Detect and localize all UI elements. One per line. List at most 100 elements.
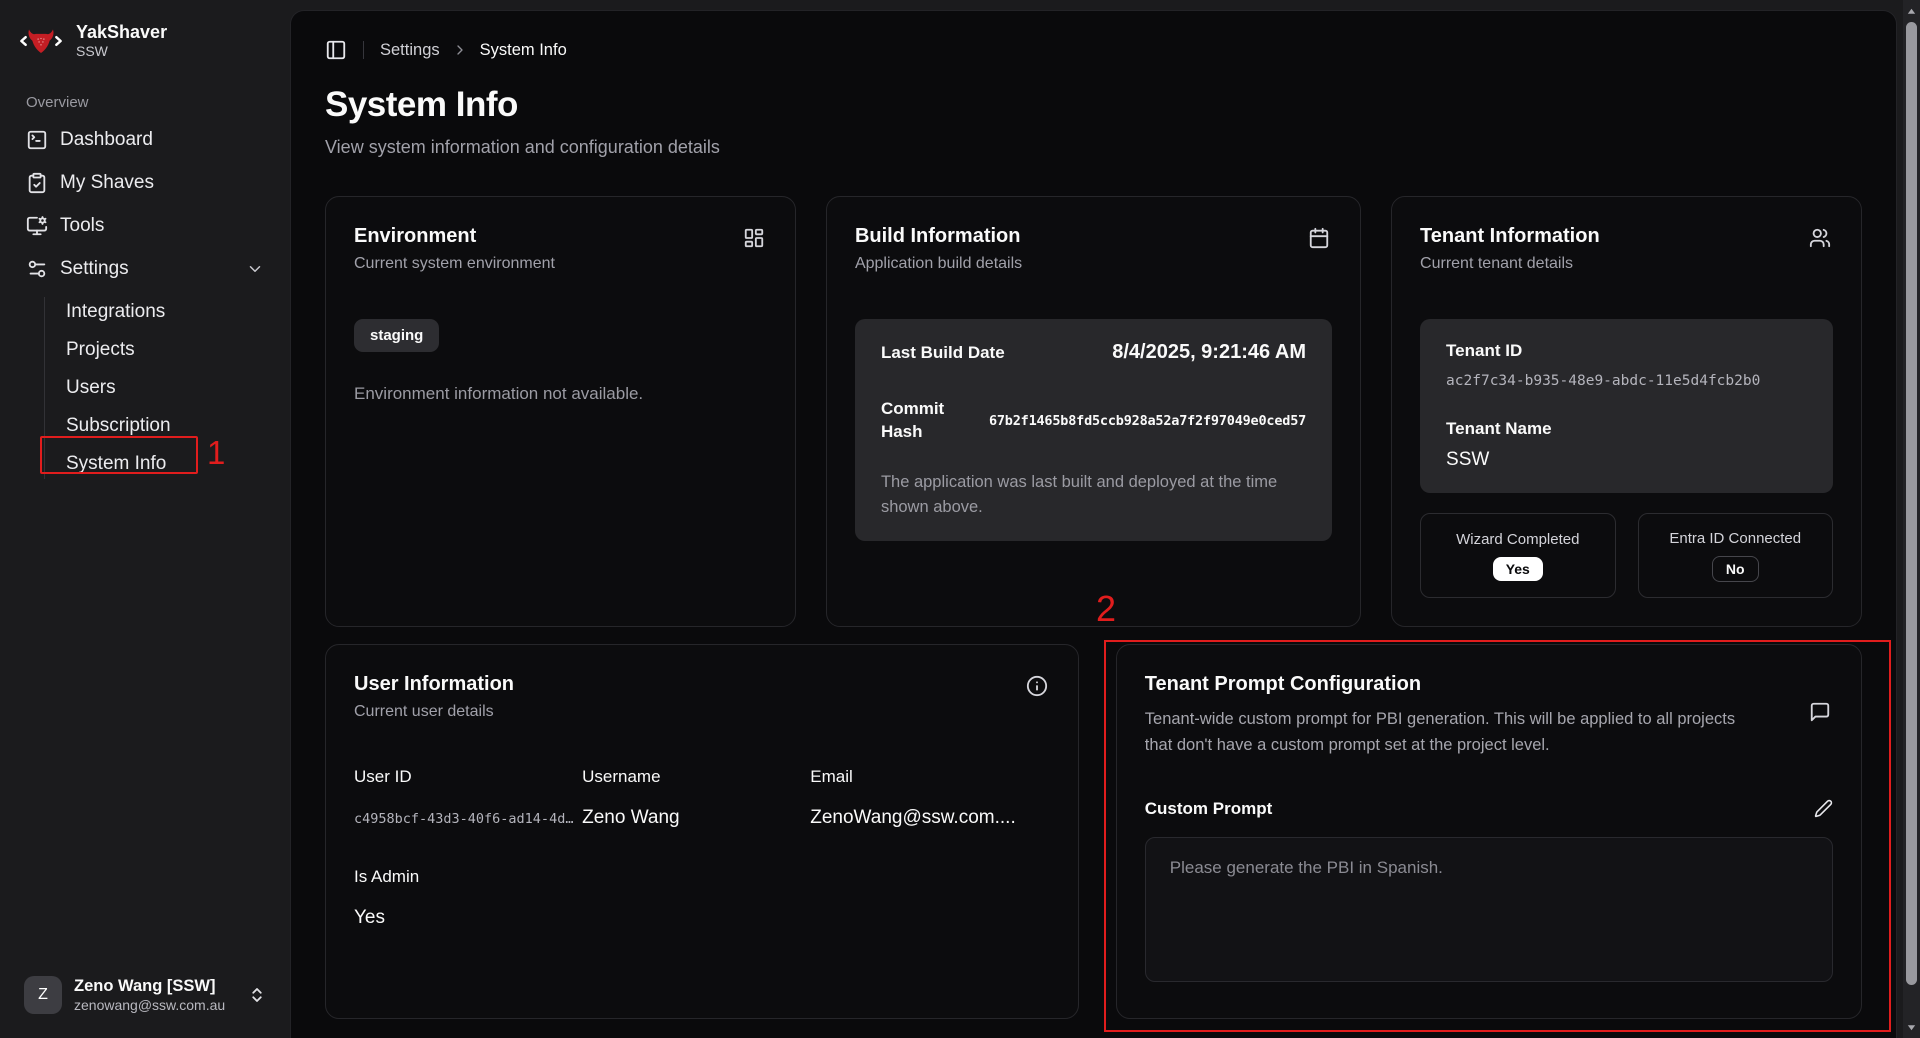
tenant-id-label: Tenant ID xyxy=(1446,341,1807,361)
wizard-completed-label: Wizard Completed xyxy=(1456,531,1579,548)
scrollbar-thumb[interactable] xyxy=(1906,22,1917,985)
last-build-date-value: 8/4/2025, 9:21:46 AM xyxy=(1112,341,1306,364)
monitor-cog-icon xyxy=(26,215,48,237)
sidebar-item-label: Integrations xyxy=(66,301,165,323)
sidebar-item-label: My Shaves xyxy=(60,172,154,194)
page-title: System Info xyxy=(325,85,1862,125)
user-id-field: User ID c4958bcf-43d3-40f6-ad14-4d… xyxy=(354,767,582,829)
commit-hash-value: 67b2f1465b8fd5ccb928a52a7f2f97049e0ced57 xyxy=(989,413,1306,429)
user-information-card: User Information Current user details Us… xyxy=(325,644,1079,1019)
avatar: Z xyxy=(24,976,62,1014)
sliders-icon xyxy=(26,258,48,280)
environment-empty-text: Environment information not available. xyxy=(354,384,767,404)
tenant-name-value: SSW xyxy=(1446,449,1807,471)
card-subtitle: Current system environment xyxy=(354,255,767,273)
card-title: User Information xyxy=(354,673,1050,696)
sidebar-item-label: Projects xyxy=(66,339,135,361)
chevron-down-icon xyxy=(246,260,264,278)
sidebar-section-overview: Overview xyxy=(14,74,276,121)
sidebar-item-users[interactable]: Users xyxy=(58,369,276,407)
tenant-id-value: ac2f7c34-b935-48e9-abdc-11e5d4fcb2b0 xyxy=(1446,373,1807,389)
entra-id-connected-badge: No xyxy=(1712,556,1759,582)
card-title: Build Information xyxy=(855,225,1332,248)
is-admin-field: Is Admin Yes xyxy=(354,867,582,929)
entra-id-connected-box: Entra ID Connected No xyxy=(1638,513,1833,598)
sidebar-item-system-info[interactable]: System Info xyxy=(58,445,276,483)
field-value: c4958bcf-43d3-40f6-ad14-4d… xyxy=(354,811,582,827)
custom-prompt-label: Custom Prompt xyxy=(1145,799,1273,819)
prompt-description: Tenant-wide custom prompt for PBI genera… xyxy=(1145,706,1833,759)
page-subtitle: View system information and configuratio… xyxy=(325,137,1862,158)
field-label: Is Admin xyxy=(354,867,582,887)
sidebar-item-label: Users xyxy=(66,377,116,399)
tenant-name-label: Tenant Name xyxy=(1446,419,1807,439)
sidebar-item-label: Settings xyxy=(60,258,129,280)
sidebar-item-dashboard[interactable]: Dashboard xyxy=(14,121,276,159)
last-build-date-label: Last Build Date xyxy=(881,343,1005,363)
settings-subnav: Integrations Projects Users Subscription… xyxy=(44,293,276,483)
user-email: zenowang@ssw.com.au xyxy=(74,997,225,1015)
build-note: The application was last built and deplo… xyxy=(881,470,1306,520)
entra-id-connected-label: Entra ID Connected xyxy=(1669,530,1801,547)
card-title: Environment xyxy=(354,225,767,248)
wizard-completed-box: Wizard Completed Yes xyxy=(1420,513,1615,598)
sidebar-toggle-icon[interactable] xyxy=(325,39,347,61)
calendar-icon xyxy=(1308,227,1330,249)
vertical-scrollbar[interactable] xyxy=(1903,0,1920,1038)
users-icon xyxy=(1809,227,1831,249)
sidebar-item-integrations[interactable]: Integrations xyxy=(58,293,276,331)
field-label: Email xyxy=(810,767,1050,787)
main-panel: Settings System Info System Info View sy… xyxy=(290,10,1897,1038)
clipboard-check-icon xyxy=(26,172,48,194)
sidebar-item-label: System Info xyxy=(66,453,166,475)
layout-dashboard-icon xyxy=(743,227,765,249)
sidebar-item-settings[interactable]: Settings xyxy=(14,250,276,288)
topbar-divider xyxy=(363,41,364,59)
field-value: ZenoWang@ssw.com.... xyxy=(810,807,1050,829)
scrollbar-up-arrow-icon[interactable] xyxy=(1903,3,1920,20)
email-field: Email ZenoWang@ssw.com.... xyxy=(810,767,1050,829)
card-title: Tenant Information xyxy=(1420,225,1833,248)
card-subtitle: Current user details xyxy=(354,703,1050,721)
environment-badge: staging xyxy=(354,319,439,352)
card-subtitle: Current tenant details xyxy=(1420,255,1833,273)
breadcrumb-current: System Info xyxy=(480,41,567,60)
field-value: Zeno Wang xyxy=(582,807,810,829)
breadcrumb: Settings System Info xyxy=(380,41,567,60)
cards-row-2: User Information Current user details Us… xyxy=(325,644,1862,1019)
square-terminal-icon xyxy=(26,129,48,151)
sidebar-item-label: Tools xyxy=(60,215,104,237)
sidebar: YakShaver SSW Overview Dashboard My Shav… xyxy=(0,0,290,1038)
wizard-completed-badge: Yes xyxy=(1493,557,1543,581)
sidebar-item-subscription[interactable]: Subscription xyxy=(58,407,276,445)
sidebar-item-label: Dashboard xyxy=(60,129,153,151)
tenant-prompt-configuration-card: Tenant Prompt Configuration Tenant-wide … xyxy=(1116,644,1862,1019)
chevron-right-icon xyxy=(452,42,468,58)
build-details-box: Last Build Date 8/4/2025, 9:21:46 AM Com… xyxy=(855,319,1332,541)
message-square-icon xyxy=(1809,701,1831,723)
pencil-edit-icon[interactable] xyxy=(1814,799,1833,818)
sidebar-item-projects[interactable]: Projects xyxy=(58,331,276,369)
environment-card: Environment Current system environment s… xyxy=(325,196,796,627)
sidebar-item-my-shaves[interactable]: My Shaves xyxy=(14,164,276,202)
scrollbar-down-arrow-icon[interactable] xyxy=(1903,1019,1920,1036)
card-subtitle: Application build details xyxy=(855,255,1332,273)
sidebar-item-label: Subscription xyxy=(66,415,171,437)
sidebar-user-menu[interactable]: Z Zeno Wang [SSW] zenowang@ssw.com.au xyxy=(14,968,276,1022)
commit-hash-label: Commit Hash xyxy=(881,398,973,444)
app-name: YakShaver xyxy=(76,22,167,43)
chevrons-up-down-icon xyxy=(248,986,266,1004)
tenant-details-box: Tenant ID ac2f7c34-b935-48e9-abdc-11e5d4… xyxy=(1420,319,1833,493)
field-value: Yes xyxy=(354,907,582,929)
yakshaver-bull-icon xyxy=(18,18,64,64)
breadcrumb-settings[interactable]: Settings xyxy=(380,41,440,60)
field-label: Username xyxy=(582,767,810,787)
sidebar-nav: Dashboard My Shaves Tools xyxy=(14,121,276,483)
card-title: Tenant Prompt Configuration xyxy=(1145,673,1833,696)
build-information-card: Build Information Application build deta… xyxy=(826,196,1361,627)
tenant-information-card: Tenant Information Current tenant detail… xyxy=(1391,196,1862,627)
custom-prompt-textarea[interactable] xyxy=(1145,837,1833,982)
app-screen: YakShaver SSW Overview Dashboard My Shav… xyxy=(0,0,1920,1038)
sidebar-item-tools[interactable]: Tools xyxy=(14,207,276,245)
info-icon xyxy=(1026,675,1048,697)
